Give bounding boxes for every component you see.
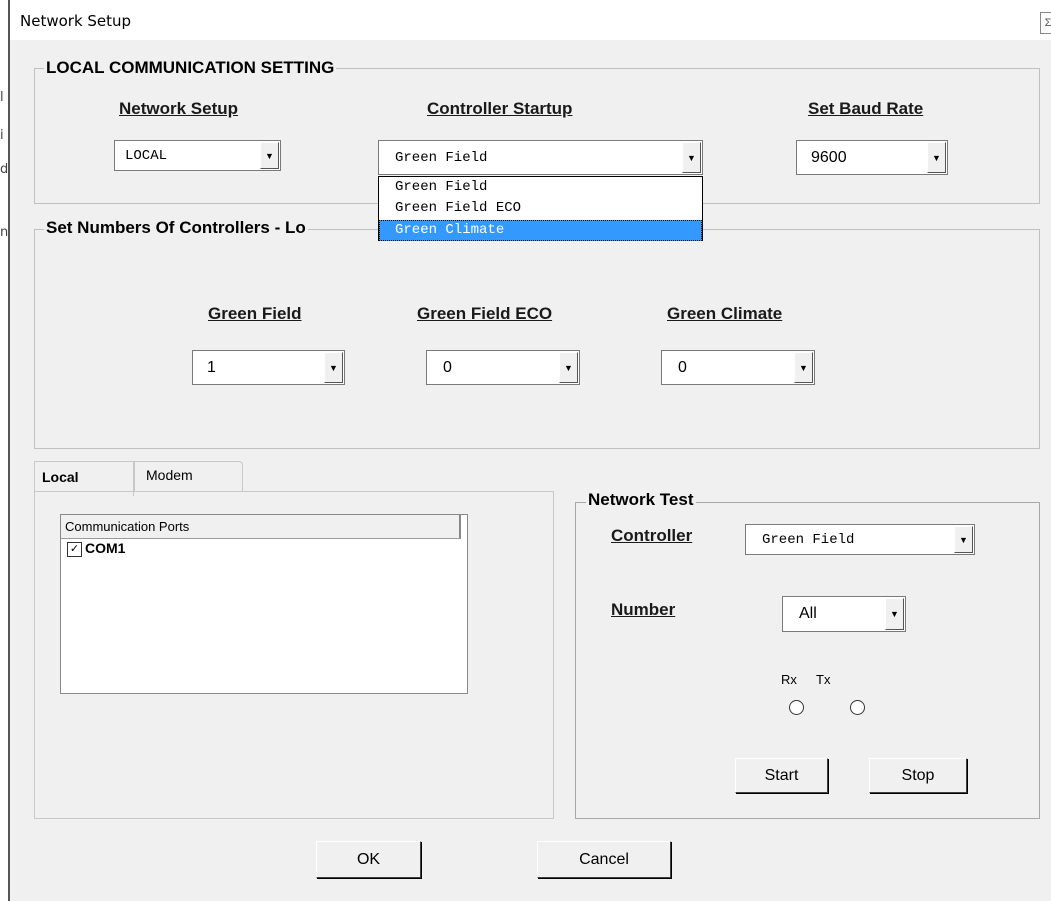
network-setup-label: Network Setup <box>119 99 239 118</box>
network-test-legend: Network Test <box>586 490 696 510</box>
baud-rate-select[interactable]: 9600 ▼ <box>796 140 948 175</box>
green-field-eco-count-label: Green Field ECO <box>417 304 553 323</box>
chevron-down-icon[interactable]: ▼ <box>885 598 904 630</box>
chevron-down-icon[interactable]: ▼ <box>324 352 343 383</box>
chevron-down-icon[interactable]: ▼ <box>559 352 578 383</box>
controllers-count-group <box>34 229 1040 449</box>
com1-checkbox[interactable]: ✓ <box>67 542 82 557</box>
tx-indicator-icon <box>850 700 865 715</box>
close-icon[interactable]: Σ <box>1040 12 1051 34</box>
background-text-fragment: l <box>0 90 4 105</box>
chevron-down-icon[interactable]: ▼ <box>682 142 701 173</box>
background-text-fragment: i <box>0 128 4 143</box>
green-field-count-label: Green Field <box>208 304 302 323</box>
communication-ports-header[interactable]: Communication Ports <box>61 515 461 539</box>
network-setup-select[interactable]: LOCAL ▼ <box>114 140 281 171</box>
tab-modem[interactable]: Modem <box>134 461 243 491</box>
green-field-eco-count-select[interactable]: 0 ▼ <box>426 350 580 385</box>
chevron-down-icon[interactable]: ▼ <box>794 352 813 383</box>
green-climate-count-value: 0 <box>678 358 687 376</box>
stop-button[interactable]: Stop <box>869 758 967 793</box>
dropdown-option-highlighted[interactable]: Green Climate <box>379 220 702 241</box>
dropdown-option[interactable]: Green Field ECO <box>379 198 702 219</box>
number-label: Number <box>611 600 676 619</box>
rx-label: Rx <box>781 672 797 687</box>
green-field-count-select[interactable]: 1 ▼ <box>192 350 345 385</box>
local-communication-legend: LOCAL COMMUNICATION SETTING <box>44 58 337 78</box>
network-test-number-select[interactable]: All ▼ <box>782 596 906 632</box>
tab-modem-label: Modem <box>146 467 193 483</box>
title-bar: Network Setup Σ <box>0 0 1051 40</box>
baud-rate-label: Set Baud Rate <box>808 99 924 118</box>
rx-indicator-icon <box>789 700 804 715</box>
green-field-count-value: 1 <box>207 358 216 376</box>
background-text-fragment: n <box>0 225 9 240</box>
green-field-eco-count-value: 0 <box>443 358 452 376</box>
cancel-button[interactable]: Cancel <box>537 841 671 878</box>
network-test-controller-value: Green Field <box>762 531 855 548</box>
controllers-count-legend: Set Numbers Of Controllers - Lo <box>44 218 308 238</box>
start-button[interactable]: Start <box>735 758 828 793</box>
green-climate-count-label: Green Climate <box>667 304 783 323</box>
com1-label: COM1 <box>85 540 126 556</box>
network-test-controller-select[interactable]: Green Field ▼ <box>745 524 975 555</box>
controller-startup-label: Controller Startup <box>427 99 573 118</box>
network-test-number-value: All <box>799 605 817 622</box>
controller-startup-dropdown: Green Field Green Field ECO Green Climat… <box>378 176 703 241</box>
dropdown-option[interactable]: Green Field <box>379 177 702 198</box>
tab-local-label: Local <box>42 469 79 485</box>
baud-rate-value: 9600 <box>811 148 847 166</box>
chevron-down-icon[interactable]: ▼ <box>927 142 946 173</box>
network-setup-value: LOCAL <box>125 147 168 164</box>
background-window-edge: l i d n <box>0 0 8 901</box>
controller-startup-value: Green Field <box>395 149 488 166</box>
tx-label: Tx <box>816 672 831 687</box>
communication-ports-list[interactable]: Communication Ports ✓ COM1 <box>60 514 468 694</box>
ok-button[interactable]: OK <box>316 841 421 878</box>
controller-startup-select[interactable]: Green Field ▼ <box>378 140 703 175</box>
chevron-down-icon[interactable]: ▼ <box>260 142 279 169</box>
controller-label: Controller <box>611 526 693 545</box>
green-climate-count-select[interactable]: 0 ▼ <box>661 350 815 385</box>
chevron-down-icon[interactable]: ▼ <box>954 526 973 553</box>
window-title: Network Setup <box>20 12 132 30</box>
